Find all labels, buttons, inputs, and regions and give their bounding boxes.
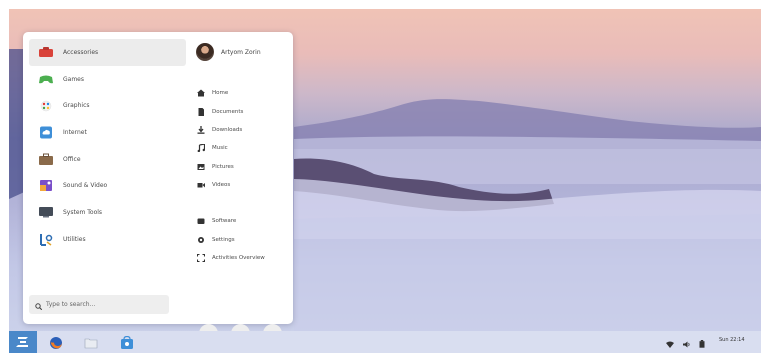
volume-icon [683, 333, 690, 352]
graphics-icon [38, 99, 54, 112]
category-label: System Tools [63, 208, 103, 216]
category-label: Sound & Video [63, 182, 108, 190]
search-input[interactable] [46, 301, 164, 308]
software-store-icon [120, 335, 134, 353]
avatar [196, 43, 214, 61]
places-list: Home Documents Downloads Music Pictures … [197, 84, 289, 194]
place-pictures[interactable]: Pictures [197, 158, 289, 176]
system-label: Software [212, 218, 237, 225]
category-graphics[interactable]: Graphics [29, 92, 186, 119]
category-accessories[interactable]: Accessories [29, 39, 186, 66]
place-music[interactable]: Music [197, 139, 289, 157]
software-icon [197, 217, 205, 225]
utilities-icon [38, 233, 54, 246]
search-box[interactable] [29, 295, 169, 314]
battery-icon [699, 333, 705, 352]
system-activities-overview[interactable]: Activities Overview [197, 249, 289, 267]
games-icon [38, 73, 54, 86]
zorin-menu-button[interactable] [9, 331, 37, 353]
category-label: Accessories [63, 48, 99, 56]
category-list: Accessories Games Graphics Internet Offi… [29, 39, 186, 253]
system-list: Software Settings Activities Overview [197, 212, 289, 267]
internet-icon [38, 126, 54, 139]
category-label: Graphics [63, 102, 90, 110]
place-videos[interactable]: Videos [197, 176, 289, 194]
category-label: Internet [63, 128, 87, 136]
user-name: Artyom Zorin [221, 48, 261, 56]
settings-icon [197, 236, 205, 244]
system-label: Activities Overview [212, 254, 265, 261]
category-games[interactable]: Games [29, 66, 186, 93]
pictures-icon [197, 163, 205, 171]
downloads-icon [197, 125, 205, 134]
system-settings[interactable]: Settings [197, 230, 289, 248]
category-label: Office [63, 155, 81, 163]
videos-icon [197, 181, 205, 189]
system-label: Settings [212, 236, 235, 243]
system-software[interactable]: Software [197, 212, 289, 230]
activities-overview-icon [197, 253, 205, 262]
clock[interactable]: Sun 22:14 [719, 337, 745, 343]
place-label: Pictures [212, 163, 234, 170]
documents-icon [197, 107, 205, 116]
files-icon [84, 335, 98, 353]
app-menu: Accessories Games Graphics Internet Offi… [23, 32, 293, 343]
zorin-menu-icon [16, 333, 30, 352]
wifi-icon [666, 333, 674, 352]
search-icon [35, 295, 43, 314]
category-office[interactable]: Office [29, 146, 186, 173]
category-internet[interactable]: Internet [29, 119, 186, 146]
firefox-icon [49, 335, 63, 353]
place-label: Home [212, 90, 229, 97]
system-tray[interactable] [666, 337, 705, 348]
sound-video-icon [38, 179, 54, 192]
place-label: Music [212, 145, 228, 152]
accessories-icon [38, 46, 54, 59]
category-sound-video[interactable]: Sound & Video [29, 172, 186, 199]
place-home[interactable]: Home [197, 84, 289, 102]
place-label: Videos [212, 182, 231, 189]
place-label: Documents [212, 108, 244, 115]
taskbar-files[interactable] [84, 335, 98, 349]
taskbar-software-store[interactable] [120, 335, 134, 349]
category-utilities[interactable]: Utilities [29, 226, 186, 253]
home-icon [197, 89, 205, 97]
user-account[interactable]: Artyom Zorin [196, 43, 261, 61]
place-documents[interactable]: Documents [197, 102, 289, 120]
place-downloads[interactable]: Downloads [197, 121, 289, 139]
category-label: Utilities [63, 235, 86, 243]
system-tools-icon [38, 206, 54, 219]
place-label: Downloads [212, 126, 243, 133]
category-label: Games [63, 75, 84, 83]
music-icon [197, 144, 205, 153]
taskbar-firefox[interactable] [49, 335, 63, 349]
category-system-tools[interactable]: System Tools [29, 199, 186, 226]
office-icon [38, 153, 54, 166]
